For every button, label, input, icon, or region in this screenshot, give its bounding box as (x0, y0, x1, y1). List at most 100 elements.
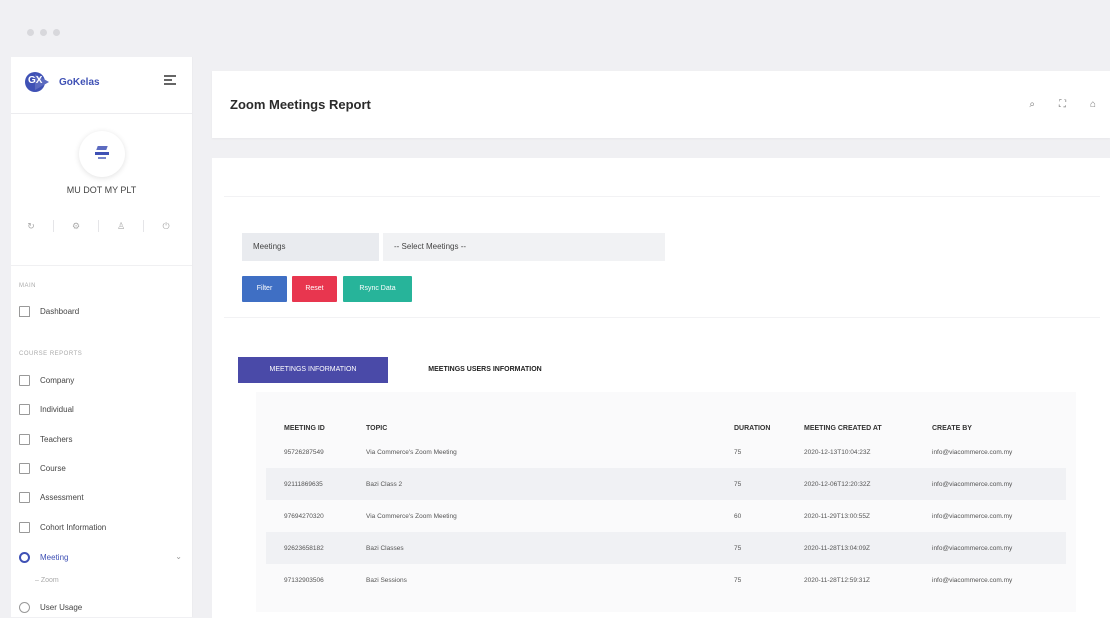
sidebar-item-individual[interactable]: Individual (19, 400, 182, 418)
avatar[interactable] (78, 131, 125, 177)
sidebar-item-assessment[interactable]: Assessment (19, 488, 182, 506)
page-title: Zoom Meetings Report (230, 97, 371, 112)
cell-duration: 60 (734, 512, 742, 520)
cell-topic: Via Commerce's Zoom Meeting (366, 512, 457, 520)
id-card-icon (19, 433, 30, 445)
divider (11, 265, 192, 266)
gokelas-logo-icon: GX (25, 72, 53, 92)
sidebar-item-dashboard[interactable]: Dashboard (19, 302, 182, 320)
company-logo-icon (94, 146, 109, 162)
menu-toggle-icon[interactable] (164, 75, 176, 87)
building-icon (19, 374, 30, 386)
sidebar-item-label: Cohort Information (40, 522, 107, 532)
sidebar-item-course[interactable]: Course (19, 459, 182, 477)
brand-name: GoKelas (59, 76, 100, 88)
cell-create-by: info@viacommerce.com.my (914, 468, 1066, 500)
sidebar-item-label: Company (40, 375, 75, 385)
cell-create-by: info@viacommerce.com.my (932, 576, 1013, 584)
tab-meetings-information[interactable]: MEETINGS INFORMATION (238, 357, 388, 383)
cell-topic: Via Commerce's Zoom Meeting (366, 448, 457, 456)
clipboard-icon (19, 491, 30, 503)
meetings-select[interactable]: -- Select Meetings -- (383, 233, 665, 261)
cell-duration: 75 (716, 532, 786, 564)
table-row[interactable]: 97694270320 Via Commerce's Zoom Meeting … (266, 500, 1066, 532)
sidebar-item-label: Teachers (40, 434, 73, 444)
sync-data-button[interactable]: Rsync Data (343, 276, 412, 302)
cell-topic: Bazi Class 2 (348, 468, 716, 500)
sidebar-item-label: Individual (40, 404, 74, 414)
cell-meeting-id: 92111869635 (266, 468, 348, 500)
header-actions: ⌕ ⛶ ⌂ (1029, 99, 1096, 110)
table-row[interactable]: 92623658182 Bazi Classes 75 2020-11-28T1… (266, 532, 1066, 564)
quick-actions: ↻ ⚙ ♙ ⏻ (25, 220, 172, 232)
cell-created-at: 2020-12-13T10:04:23Z (804, 448, 871, 456)
refresh-icon[interactable]: ↻ (25, 220, 37, 232)
cell-meeting-id: 95726287549 (284, 448, 324, 456)
cell-create-by: info@viacommerce.com.my (932, 448, 1013, 456)
chevron-down-icon: ⌄ (175, 552, 182, 561)
column-header-created-at[interactable]: MEETING CREATED AT (786, 420, 914, 436)
window-dot-minimize[interactable] (40, 29, 47, 36)
reset-button[interactable]: Reset (292, 276, 337, 302)
cell-duration: 75 (716, 468, 786, 500)
divider (11, 113, 192, 114)
sidebar-item-label: Course (40, 463, 66, 473)
gear-icon[interactable]: ⚙ (70, 220, 82, 232)
divider (143, 220, 144, 232)
cell-topic: Bazi Sessions (366, 576, 407, 584)
sidebar-item-label: Assessment (40, 492, 84, 502)
column-header-topic[interactable]: TOPIC (348, 420, 716, 436)
sidebar: GX GoKelas MU DOT MY PLT ↻ ⚙ ♙ ⏻ MAIN Da… (11, 57, 193, 617)
window-controls (27, 29, 60, 36)
window-dot-maximize[interactable] (53, 29, 60, 36)
tab-meetings-users-information[interactable]: MEETINGS USERS INFORMATION (400, 357, 570, 383)
cell-duration: 75 (734, 576, 742, 584)
meetings-table-panel: MEETING ID TOPIC DURATION MEETING CREATE… (256, 392, 1076, 612)
book-icon (19, 403, 30, 415)
cell-created-at: 2020-11-28T12:59:31Z (804, 576, 871, 584)
user-icon[interactable]: ♙ (115, 220, 127, 232)
sidebar-item-meeting[interactable]: Meeting ⌄ (19, 548, 182, 566)
book-icon (19, 462, 30, 474)
brand-logo[interactable]: GX GoKelas (25, 71, 182, 93)
table-row[interactable]: 92111869635 Bazi Class 2 75 2020-12-06T1… (266, 468, 1066, 500)
cell-duration: 75 (734, 448, 742, 456)
sidebar-subitem-zoom[interactable]: – Zoom (35, 577, 59, 584)
meetings-table: MEETING ID TOPIC DURATION MEETING CREATE… (266, 420, 1066, 596)
column-header-duration[interactable]: DURATION (716, 420, 786, 436)
power-icon[interactable]: ⏻ (160, 220, 172, 232)
search-icon[interactable]: ⌕ (1029, 99, 1035, 110)
column-header-create-by[interactable]: CREATE BY (914, 420, 1066, 436)
meetings-filter-label: Meetings (242, 233, 379, 261)
cell-topic: Bazi Classes (348, 532, 716, 564)
window-dot-close[interactable] (27, 29, 34, 36)
divider (98, 220, 99, 232)
table-row[interactable]: 97132903506 Bazi Sessions 75 2020-11-28T… (266, 564, 1066, 596)
filter-button[interactable]: Filter (242, 276, 287, 302)
fullscreen-icon[interactable]: ⛶ (1059, 99, 1066, 110)
sidebar-item-cohort-information[interactable]: Cohort Information (19, 518, 182, 536)
sidebar-item-company[interactable]: Company (19, 371, 182, 389)
column-header-meeting-id[interactable]: MEETING ID (266, 420, 348, 436)
cell-created-at: 2020-11-29T13:00:55Z (804, 512, 871, 520)
table-row[interactable]: 95726287549 Via Commerce's Zoom Meeting … (266, 436, 1066, 468)
sidebar-item-teachers[interactable]: Teachers (19, 430, 182, 448)
list-icon (19, 521, 30, 533)
sidebar-item-user-usage[interactable]: User Usage (19, 598, 182, 616)
cell-created-at: 2020-11-28T13:04:09Z (786, 532, 914, 564)
cell-meeting-id: 92623658182 (266, 532, 348, 564)
user-icon (19, 601, 30, 613)
cell-created-at: 2020-12-06T12:20:32Z (786, 468, 914, 500)
cell-meeting-id: 97694270320 (284, 512, 324, 520)
cell-create-by: info@viacommerce.com.my (914, 532, 1066, 564)
notification-icon[interactable]: ⌂ (1090, 99, 1096, 110)
company-name: MU DOT MY PLT (66, 185, 137, 195)
home-icon (19, 305, 30, 317)
sidebar-item-label: Meeting (40, 552, 69, 562)
page-header: Zoom Meetings Report ⌕ ⛶ ⌂ (212, 71, 1110, 138)
section-label-reports: COURSE REPORTS (19, 351, 83, 357)
headset-icon (19, 551, 30, 563)
cell-meeting-id: 97132903506 (284, 576, 324, 584)
sidebar-subitem-label: Zoom (40, 577, 59, 584)
sidebar-item-label: Dashboard (40, 306, 80, 316)
